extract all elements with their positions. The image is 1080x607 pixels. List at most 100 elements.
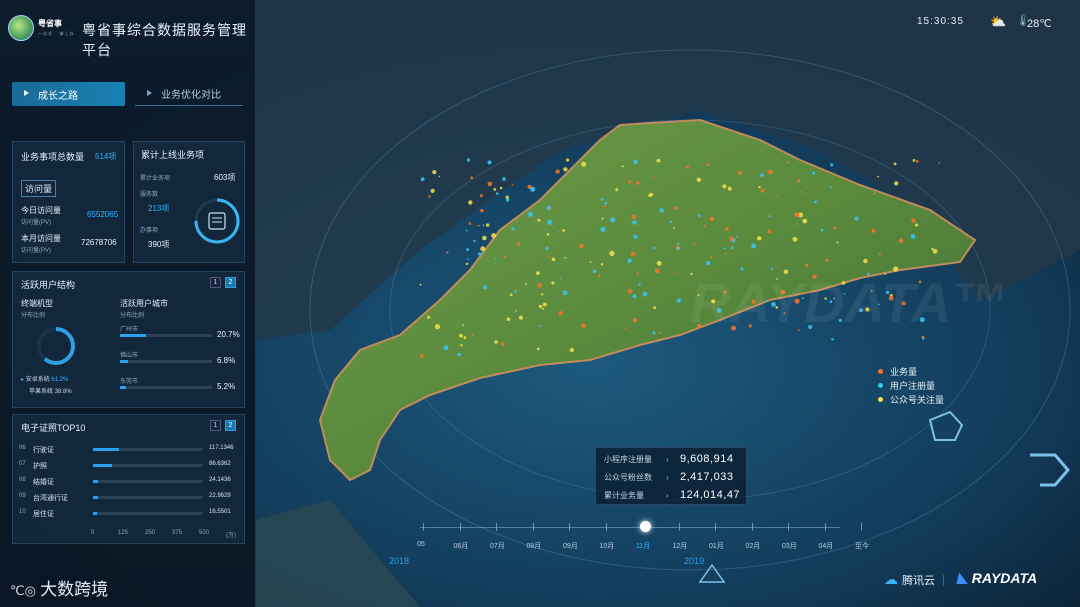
timeline-year-2019[interactable]: 2019: [684, 556, 704, 566]
page-1-button[interactable]: 1: [210, 420, 221, 431]
stat-label: 小程序注册量: [604, 454, 652, 464]
map-point: [830, 163, 834, 167]
stat-cumulative: 累计业务量 › 124,014,47: [604, 486, 749, 504]
timeline-tick: [678, 523, 680, 531]
region-sub: 分布比例: [120, 313, 145, 319]
tab-business-comparison[interactable]: 业务优化对比: [135, 82, 243, 106]
page-2-button[interactable]: 2: [225, 277, 236, 288]
map-point: [478, 252, 482, 256]
region-3-bar: [120, 386, 212, 389]
cert-bar: [93, 496, 203, 499]
map-point: [656, 260, 662, 266]
map-point: [536, 347, 540, 351]
map-point: [814, 200, 817, 204]
axis-tick: 125: [118, 530, 129, 536]
map-point: [563, 167, 568, 172]
app-logo-icon[interactable]: [8, 15, 34, 41]
map-point: [482, 235, 487, 241]
legend-item-registrations[interactable]: 用户注册量: [878, 378, 944, 392]
map-point: [627, 289, 633, 294]
stat-value: 9,608,914: [680, 453, 734, 465]
timeline-slider-handle[interactable]: [640, 521, 651, 532]
page-1-button[interactable]: 1: [210, 277, 221, 288]
left-panel: 粤省事 一站式 · 掌上办 粤省事综合数据服务管理平台 成长之路 业务优化对比 …: [0, 0, 256, 607]
map-point: [562, 229, 565, 232]
timeline-month[interactable]: 12月: [673, 541, 688, 551]
map-point: [536, 271, 540, 275]
timeline-month[interactable]: 03月: [782, 541, 797, 551]
map-point: [466, 248, 470, 251]
map-point: [589, 261, 592, 263]
timeline-month[interactable]: 08月: [527, 541, 542, 551]
map-point: [432, 170, 437, 175]
legend-label: 公众号关注量: [890, 394, 945, 405]
timeline-tick: [496, 523, 497, 531]
timeline-month[interactable]: 至今: [855, 541, 869, 551]
stat-label: 累计业务量: [604, 490, 644, 500]
map-point: [786, 161, 789, 164]
map-point: [491, 233, 497, 239]
cert-name: 居住证: [33, 511, 54, 518]
timeline-month[interactable]: 07月: [490, 541, 505, 551]
map-point: [538, 325, 541, 328]
logo-text: 粤省事: [38, 19, 62, 28]
map-point: [873, 192, 876, 195]
online-b-label: 办事项: [140, 228, 159, 234]
map-point: [509, 293, 513, 297]
map-point: [551, 257, 556, 262]
page-2-button[interactable]: 2: [225, 420, 236, 431]
legend-ios-value: 38.8%: [54, 389, 72, 395]
legend-item-followers[interactable]: 公众号关注量: [878, 392, 944, 406]
map-point: [443, 345, 449, 351]
timeline-track[interactable]: [420, 527, 840, 528]
cert-bar: [93, 448, 203, 451]
map-point: [794, 212, 800, 218]
timeline-month[interactable]: 01月: [709, 541, 724, 551]
timeline-year-2018[interactable]: 2018: [389, 556, 409, 566]
cert-name: 台湾通行证: [33, 495, 68, 502]
timeline-month[interactable]: 11月: [636, 541, 650, 551]
timeline-month[interactable]: 05: [417, 541, 425, 548]
timeline-month[interactable]: 02月: [746, 541, 761, 551]
month-visits-sub: 访问量(PV): [21, 248, 52, 254]
map-point: [757, 236, 762, 241]
tab-growth-path[interactable]: 成长之路: [12, 82, 125, 106]
map-point: [564, 256, 567, 259]
map-point: [652, 331, 656, 335]
map-point: [459, 333, 463, 338]
map-point: [709, 216, 715, 222]
map-point: [610, 217, 616, 223]
play-icon: [147, 90, 152, 96]
cert-value: 117.1346: [209, 445, 234, 451]
timeline-tick: [751, 523, 753, 531]
rank: 10: [19, 509, 26, 515]
timeline-month[interactable]: 04月: [819, 541, 834, 551]
online-total-value: 603项: [214, 173, 236, 182]
legend-dot: [878, 368, 883, 374]
visits-title: 访问量: [21, 180, 57, 197]
brand-dashujingjing: ℃◎ 大数跨境: [10, 575, 108, 600]
cert-bar-fill: [93, 464, 113, 467]
map-point: [493, 188, 497, 191]
map-point: [463, 336, 467, 340]
legend-item-business[interactable]: 业务量: [878, 364, 944, 378]
map-point: [601, 217, 604, 220]
map-point: [898, 238, 904, 243]
map-point: [487, 160, 492, 165]
map-point: [465, 229, 468, 232]
timeline-month[interactable]: 10月: [600, 541, 615, 551]
map-point: [434, 324, 441, 330]
map-point: [760, 173, 764, 177]
timeline-month[interactable]: 06月: [454, 541, 469, 551]
map-point: [768, 215, 771, 218]
region-1-name: 广州市: [120, 327, 139, 333]
map-point: [621, 165, 624, 168]
map-point: [830, 186, 833, 189]
cert-bar: [93, 480, 203, 483]
timeline-month[interactable]: 09月: [563, 541, 578, 551]
map-point: [446, 251, 449, 254]
stats-summary: 小程序注册量 › 9,608,914 公众号粉丝数 › 2,417,033 累计…: [595, 447, 747, 505]
map-point: [825, 258, 829, 262]
map-point: [500, 342, 505, 346]
region-3-bar-fill: [120, 386, 127, 389]
